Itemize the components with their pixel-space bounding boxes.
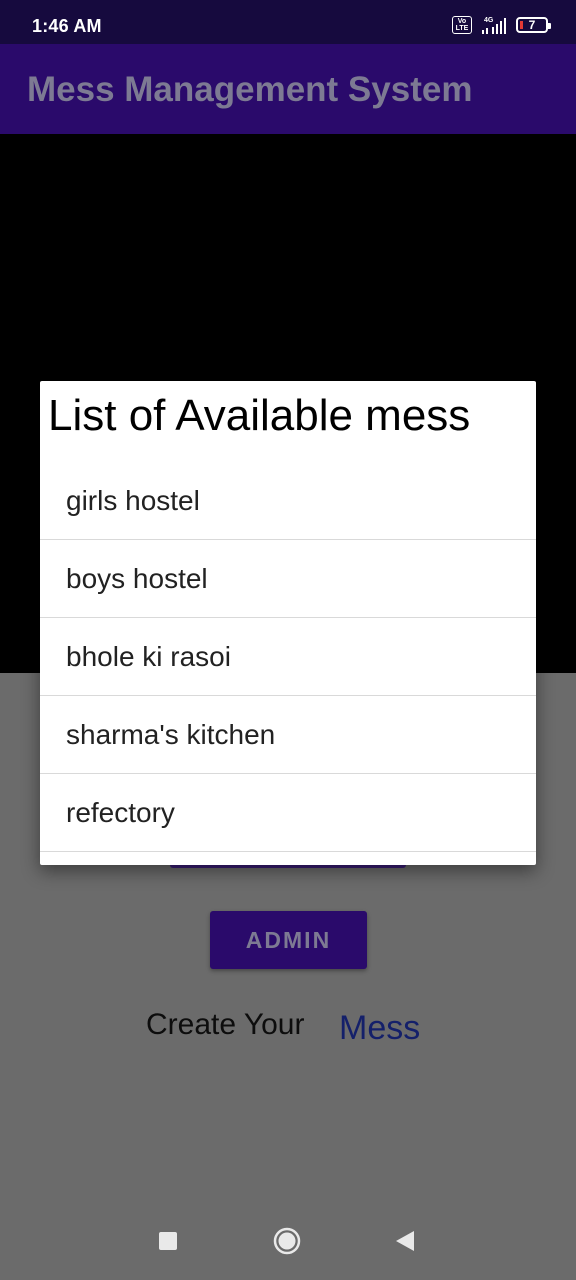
recents-icon[interactable] [159,1232,177,1250]
status-icons: Vo LTE 4G 7 [452,14,551,36]
battery-level: 7 [528,18,536,32]
admin-button[interactable]: ADMIN [210,911,367,969]
list-item[interactable]: girls hostel [40,462,536,540]
mess-list-dialog: List of Available mess girls hostel boys… [40,381,536,865]
list-item[interactable]: refectory [40,774,536,852]
list-item[interactable]: boys hostel [40,540,536,618]
dialog-title: List of Available mess [48,391,471,440]
volte-label-bottom: LTE [455,25,469,32]
status-time: 1:46 AM [32,16,102,36]
screen: 1:46 AM Vo LTE 4G 7 Mess Management Syst… [0,0,576,1280]
volte-icon: Vo LTE [452,16,472,34]
mess-list: girls hostel boys hostel bhole ki rasoi … [40,462,536,852]
nav-bar [0,1200,576,1280]
app-title: Mess Management System [27,70,473,109]
battery-icon: 7 [516,17,551,33]
create-prompt: Create Your [146,1008,305,1041]
list-item[interactable]: bhole ki rasoi [40,618,536,696]
list-item[interactable]: sharma's kitchen [40,696,536,774]
signal-icon: 4G [482,17,506,34]
status-bar: 1:46 AM Vo LTE 4G 7 [0,0,576,44]
create-mess-link[interactable]: Mess [339,1009,420,1048]
app-bar: Mess Management System [0,44,576,134]
home-icon[interactable] [273,1227,301,1255]
back-icon[interactable] [396,1231,414,1251]
network-type-label: 4G [484,17,494,24]
volte-label-top: Vo [457,18,467,25]
